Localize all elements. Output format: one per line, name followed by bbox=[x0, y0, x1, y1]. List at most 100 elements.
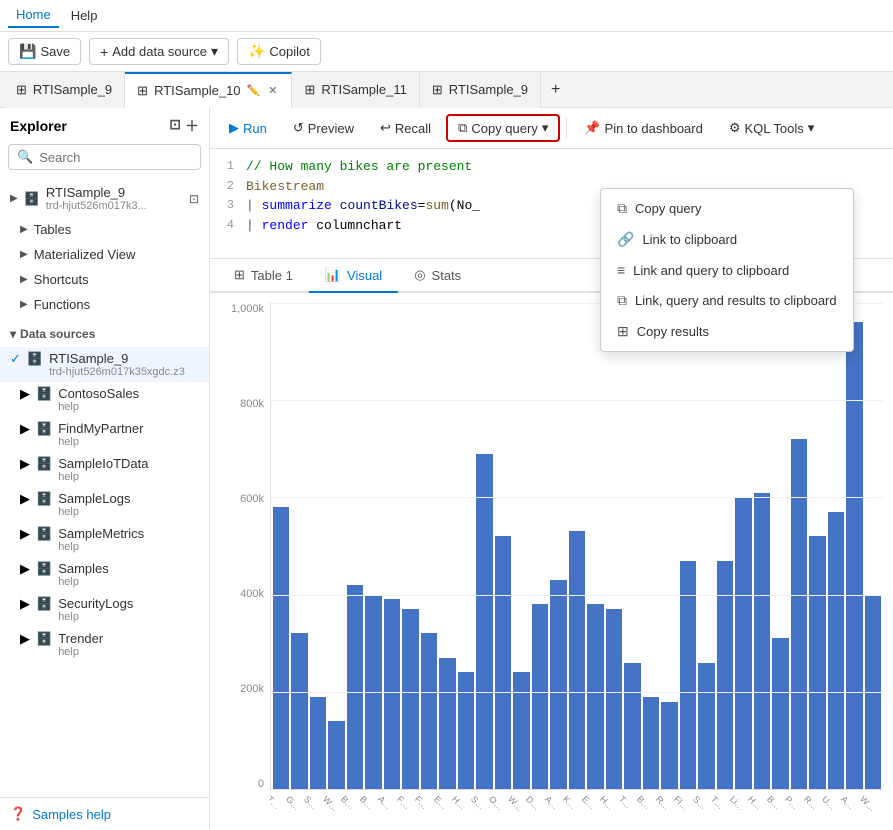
bar-5[interactable] bbox=[365, 595, 381, 789]
save-icon: 💾 bbox=[19, 43, 36, 60]
code-line-1: 1 // How many bikes are present bbox=[210, 157, 893, 177]
bar-31[interactable] bbox=[846, 322, 862, 789]
tab-stats[interactable]: ◎ Stats bbox=[398, 259, 477, 293]
bar-8[interactable] bbox=[421, 633, 437, 789]
sidebar-add-icon[interactable]: ＋ bbox=[185, 116, 199, 136]
chevron-right-icon: ▶ bbox=[20, 596, 30, 612]
copy-icon: ⧉ bbox=[458, 120, 467, 136]
dropdown-copy-results[interactable]: ⊞ Copy results bbox=[601, 316, 853, 347]
bar-12[interactable] bbox=[495, 536, 511, 789]
bar-14[interactable] bbox=[532, 604, 548, 789]
expand-icon[interactable]: ⊡ bbox=[189, 192, 199, 206]
menu-home[interactable]: Home bbox=[8, 3, 59, 28]
ds-item-trender[interactable]: ▶ 🗄️ Trender help bbox=[0, 627, 209, 662]
dropdown-copy-query[interactable]: ⧉ Copy query bbox=[601, 193, 853, 224]
bar-26[interactable] bbox=[754, 493, 770, 789]
bar-30[interactable] bbox=[828, 512, 844, 789]
tab-rtisample11[interactable]: ⊞ RTISample_11 bbox=[292, 72, 419, 108]
tab-visual[interactable]: 📊 Visual bbox=[309, 259, 398, 293]
chevron-down-icon: ▾ bbox=[542, 120, 549, 136]
pin-dashboard-button[interactable]: 📌 Pin to dashboard bbox=[573, 115, 713, 141]
sidebar-icons: ⊡ ＋ bbox=[169, 116, 199, 136]
sidebar-expand-icon[interactable]: ⊡ bbox=[169, 116, 181, 136]
tab-close-button[interactable]: ✕ bbox=[266, 82, 279, 99]
ds-item-contoso[interactable]: ▶ 🗄️ ContosoSales help bbox=[0, 382, 209, 417]
bar-1[interactable] bbox=[291, 633, 307, 789]
bar-22[interactable] bbox=[680, 561, 696, 789]
bar-15[interactable] bbox=[550, 580, 566, 789]
bar-20[interactable] bbox=[643, 697, 659, 789]
sidebar-item-materialized-view[interactable]: ▶ Materialized View bbox=[0, 242, 209, 267]
chevron-down-icon: ▾ bbox=[211, 43, 218, 60]
kql-icon: ⚙ bbox=[729, 120, 741, 136]
bar-2[interactable] bbox=[310, 697, 326, 789]
run-button[interactable]: ▶ Run bbox=[218, 115, 278, 141]
copilot-button[interactable]: ✨ Copilot bbox=[237, 38, 321, 65]
bar-9[interactable] bbox=[439, 658, 455, 789]
menu-help[interactable]: Help bbox=[63, 4, 106, 27]
dropdown-link-query-results[interactable]: ⧉ Link, query and results to clipboard bbox=[601, 285, 853, 316]
bar-13[interactable] bbox=[513, 672, 529, 789]
ds-item-findmypartner[interactable]: ▶ 🗄️ FindMyPartner help bbox=[0, 417, 209, 452]
samples-help-link[interactable]: ❓ Samples help bbox=[0, 797, 209, 830]
bar-11[interactable] bbox=[476, 454, 492, 789]
kql-tools-button[interactable]: ⚙ KQL Tools ▾ bbox=[718, 115, 825, 141]
data-sources-header: ▾ Data sources bbox=[0, 321, 209, 347]
ds-item-rtisample9-main[interactable]: ✓ 🗄️ RTISample_9 trd-hjut526m017k35xgdc.… bbox=[0, 347, 209, 382]
bar-19[interactable] bbox=[624, 663, 640, 789]
chevron-down-icon[interactable]: ▾ bbox=[10, 327, 16, 341]
bar-7[interactable] bbox=[402, 609, 418, 789]
sidebar-item-rtisample9[interactable]: ▶ 🗄️ RTISample_9 trd-hjut526m017k3... ⊡ bbox=[0, 180, 209, 217]
tab-rtisample9-first[interactable]: ⊞ RTISample_9 bbox=[4, 72, 125, 108]
bar-27[interactable] bbox=[772, 638, 788, 789]
bar-24[interactable] bbox=[717, 561, 733, 789]
chevron-right-icon: ▶ bbox=[20, 456, 30, 472]
run-icon: ▶ bbox=[229, 120, 239, 136]
save-button[interactable]: 💾 Save bbox=[8, 38, 81, 65]
dropdown-link-clipboard[interactable]: 🔗 Link to clipboard bbox=[601, 224, 853, 255]
bar-3[interactable] bbox=[328, 721, 344, 789]
ds-item-samplemetrics[interactable]: ▶ 🗄️ SampleMetrics help bbox=[0, 522, 209, 557]
preview-button[interactable]: ↺ Preview bbox=[282, 115, 365, 141]
db-icon: 🗄️ bbox=[36, 386, 52, 402]
search-box[interactable]: 🔍 bbox=[8, 144, 201, 170]
ds-item-samplelogs[interactable]: ▶ 🗄️ SampleLogs help bbox=[0, 487, 209, 522]
bar-21[interactable] bbox=[661, 702, 677, 789]
search-input[interactable] bbox=[39, 150, 192, 165]
stats-icon: ◎ bbox=[414, 267, 425, 283]
bar-29[interactable] bbox=[809, 536, 825, 789]
bar-0[interactable] bbox=[273, 507, 289, 789]
add-data-source-button[interactable]: + Add data source ▾ bbox=[89, 38, 229, 65]
chart-plot bbox=[270, 303, 883, 790]
sidebar-item-shortcuts[interactable]: ▶ Shortcuts bbox=[0, 267, 209, 292]
tab-table1[interactable]: ⊞ Table 1 bbox=[218, 259, 309, 293]
bar-4[interactable] bbox=[347, 585, 363, 789]
tab-rtisample9-second[interactable]: ⊞ RTISample_9 bbox=[420, 72, 541, 108]
copy-query-button[interactable]: ⧉ Copy query ▾ bbox=[446, 114, 560, 142]
bar-23[interactable] bbox=[698, 663, 714, 789]
bar-28[interactable] bbox=[791, 439, 807, 789]
edit-icon[interactable]: ✏️ bbox=[247, 84, 261, 97]
bar-25[interactable] bbox=[735, 497, 751, 789]
bar-6[interactable] bbox=[384, 599, 400, 789]
bar-18[interactable] bbox=[606, 609, 622, 789]
recall-button[interactable]: ↩ Recall bbox=[369, 115, 442, 141]
chevron-right-icon: ▶ bbox=[20, 526, 30, 542]
link-icon: 🔗 bbox=[617, 231, 634, 248]
db-icon: 🗄️ bbox=[36, 491, 52, 507]
bar-17[interactable] bbox=[587, 604, 603, 789]
dropdown-link-query-clipboard[interactable]: ≡ Link and query to clipboard bbox=[601, 255, 853, 285]
tab-add-button[interactable]: + bbox=[541, 81, 570, 99]
ds-item-securitylogs[interactable]: ▶ 🗄️ SecurityLogs help bbox=[0, 592, 209, 627]
tab-rtisample10[interactable]: ⊞ RTISample_10 ✏️ ✕ bbox=[125, 72, 292, 108]
db-icon: 🗄️ bbox=[36, 456, 52, 472]
bar-10[interactable] bbox=[458, 672, 474, 789]
bar-32[interactable] bbox=[865, 595, 881, 789]
sidebar-item-tables[interactable]: ▶ Tables bbox=[0, 217, 209, 242]
ds-item-samples[interactable]: ▶ 🗄️ Samples help bbox=[0, 557, 209, 592]
sidebar-item-functions[interactable]: ▶ Functions bbox=[0, 292, 209, 317]
chevron-right-icon: ▶ bbox=[20, 224, 28, 235]
ds-item-sampleiotdata[interactable]: ▶ 🗄️ SampleIoTData help bbox=[0, 452, 209, 487]
tab-icon: ⊞ bbox=[137, 83, 148, 99]
bar-16[interactable] bbox=[569, 531, 585, 789]
